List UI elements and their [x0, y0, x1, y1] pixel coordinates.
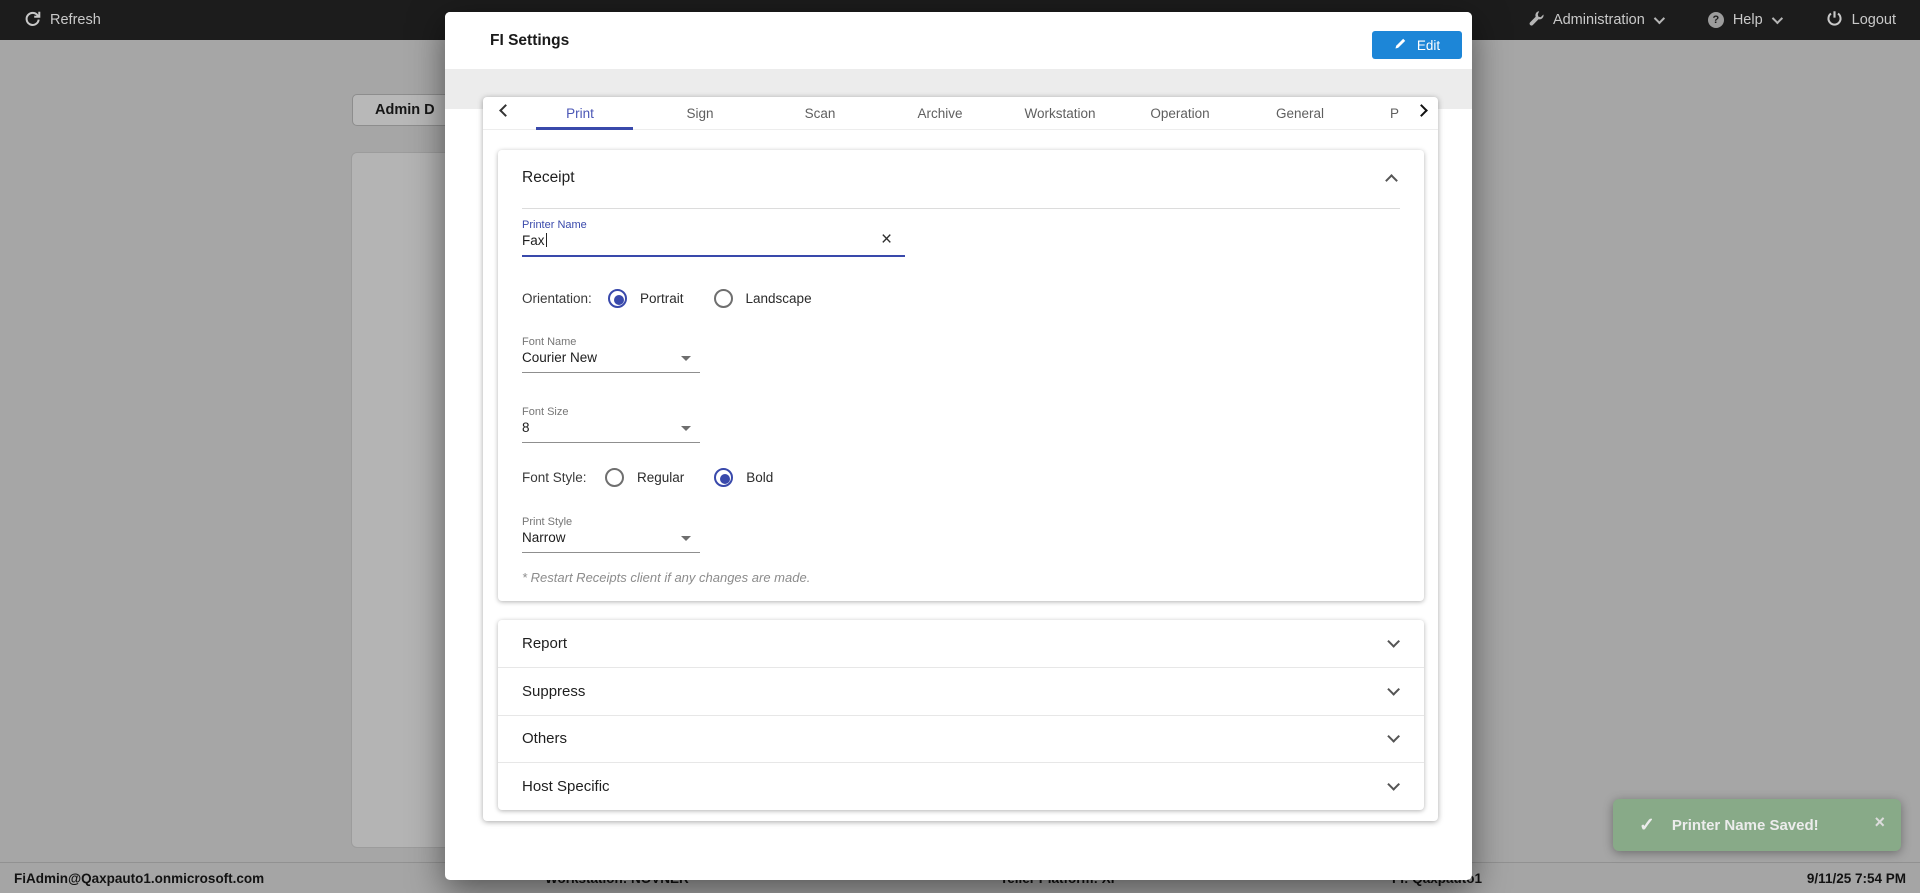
section-report[interactable]: Report	[498, 620, 1424, 668]
printer-name-label: Printer Name	[522, 219, 587, 231]
active-tab-indicator	[536, 127, 633, 130]
edit-button[interactable]: Edit	[1372, 31, 1462, 59]
logout-button[interactable]: Logout	[1826, 10, 1896, 31]
text-caret	[545, 233, 548, 247]
tab-clipped[interactable]: P	[1360, 97, 1413, 130]
print-style-select[interactable]: Narrow	[522, 530, 566, 545]
logout-label: Logout	[1851, 12, 1896, 28]
font-style-field: Font Style: Regular Bold	[522, 468, 773, 487]
section-others[interactable]: Others	[498, 716, 1424, 764]
refresh-label: Refresh	[50, 12, 101, 28]
radio-landscape[interactable]	[713, 289, 733, 308]
tab-workstation[interactable]: Workstation	[1000, 97, 1120, 130]
section-others-label: Others	[522, 730, 568, 748]
tab-general[interactable]: General	[1240, 97, 1360, 130]
tab-sign[interactable]: Sign	[640, 97, 760, 130]
font-style-label: Font Style:	[522, 470, 587, 485]
settings-card: Print Sign Scan Archive Workstation Oper…	[483, 97, 1438, 821]
tab-operation[interactable]: Operation	[1120, 97, 1240, 130]
orientation-label: Orientation:	[522, 291, 592, 306]
section-suppress[interactable]: Suppress	[498, 668, 1424, 716]
font-size-select[interactable]: 8	[522, 420, 530, 435]
help-menu[interactable]: ? Help	[1707, 12, 1783, 28]
accordion-group: Report Suppress Others Host Specific	[498, 620, 1424, 810]
print-style-label: Print Style	[522, 516, 573, 528]
font-name-label: Font Name	[522, 336, 577, 348]
tab-list: Print Sign Scan Archive Workstation Oper…	[520, 97, 1413, 130]
radio-regular-label: Regular	[637, 470, 685, 485]
statusbar-datetime: 9/11/25 7:54 PM	[1806, 871, 1906, 886]
chevron-down-icon	[1387, 778, 1400, 791]
section-report-label: Report	[522, 634, 568, 652]
tab-bar: Print Sign Scan Archive Workstation Oper…	[483, 97, 1438, 130]
radio-portrait[interactable]	[608, 289, 627, 308]
administration-menu[interactable]: Administration	[1528, 10, 1665, 30]
font-size-label: Font Size	[522, 406, 569, 418]
restart-note: * Restart Receipts client if any changes…	[522, 570, 811, 585]
font-size-underline	[522, 442, 700, 443]
dropdown-arrow-icon[interactable]	[681, 356, 691, 361]
close-icon[interactable]: ×	[1874, 812, 1885, 833]
chevron-down-icon	[1387, 730, 1400, 744]
toast-message: Printer Name Saved!	[1671, 816, 1819, 834]
dropdown-arrow-icon[interactable]	[681, 536, 691, 541]
radio-bold-label: Bold	[746, 470, 774, 485]
print-style-underline	[522, 552, 700, 553]
tab-print[interactable]: Print	[520, 97, 640, 130]
divider	[522, 208, 1400, 209]
printer-name-input[interactable]: Fax	[522, 233, 548, 248]
refresh-icon	[24, 10, 41, 31]
tab-scan[interactable]: Scan	[760, 97, 880, 130]
font-name-select[interactable]: Courier New	[522, 350, 597, 365]
chevron-down-icon	[1387, 682, 1400, 696]
dropdown-arrow-icon[interactable]	[681, 426, 691, 431]
dialog-title: FI Settings	[490, 31, 570, 49]
help-label: Help	[1732, 12, 1763, 28]
tab-archive[interactable]: Archive	[880, 97, 1000, 130]
administration-label: Administration	[1552, 12, 1645, 28]
tabs-scroll-left-icon[interactable]	[499, 104, 512, 117]
chevron-down-icon	[1387, 634, 1400, 648]
wrench-icon	[1528, 10, 1544, 30]
section-suppress-label: Suppress	[522, 682, 586, 700]
success-toast: ✓ Printer Name Saved! ×	[1613, 799, 1901, 851]
section-host-specific-label: Host Specific	[522, 778, 610, 796]
section-host-specific[interactable]: Host Specific	[498, 763, 1424, 810]
refresh-button[interactable]: Refresh	[24, 10, 101, 31]
clear-icon[interactable]: ×	[881, 230, 892, 249]
check-icon: ✓	[1639, 814, 1655, 836]
chevron-down-icon	[1653, 12, 1665, 25]
edit-button-label: Edit	[1416, 37, 1441, 53]
statusbar-user: FiAdmin@Qaxpauto1.onmicrosoft.com	[14, 871, 265, 886]
printer-name-underline	[522, 255, 905, 257]
power-icon	[1826, 10, 1843, 31]
radio-regular[interactable]	[605, 468, 624, 487]
orientation-field: Orientation: Portrait Landscape	[522, 289, 812, 308]
help-icon: ?	[1707, 12, 1724, 28]
radio-landscape-label: Landscape	[745, 291, 812, 306]
dialog-header: FI Settings Edit	[445, 12, 1472, 69]
chevron-up-icon[interactable]	[1385, 174, 1398, 187]
radio-bold[interactable]	[714, 468, 734, 487]
pencil-icon	[1394, 37, 1407, 53]
font-name-underline	[522, 372, 700, 373]
fi-settings-dialog: FI Settings Edit Print Sign Scan Archive…	[445, 12, 1472, 880]
radio-portrait-label: Portrait	[640, 291, 684, 306]
chevron-down-icon	[1771, 12, 1783, 25]
tabs-scroll-right-icon[interactable]	[1415, 104, 1428, 117]
receipt-section: Receipt Printer Name Fax × Orientation: …	[498, 150, 1424, 601]
receipt-section-title: Receipt	[522, 169, 575, 186]
